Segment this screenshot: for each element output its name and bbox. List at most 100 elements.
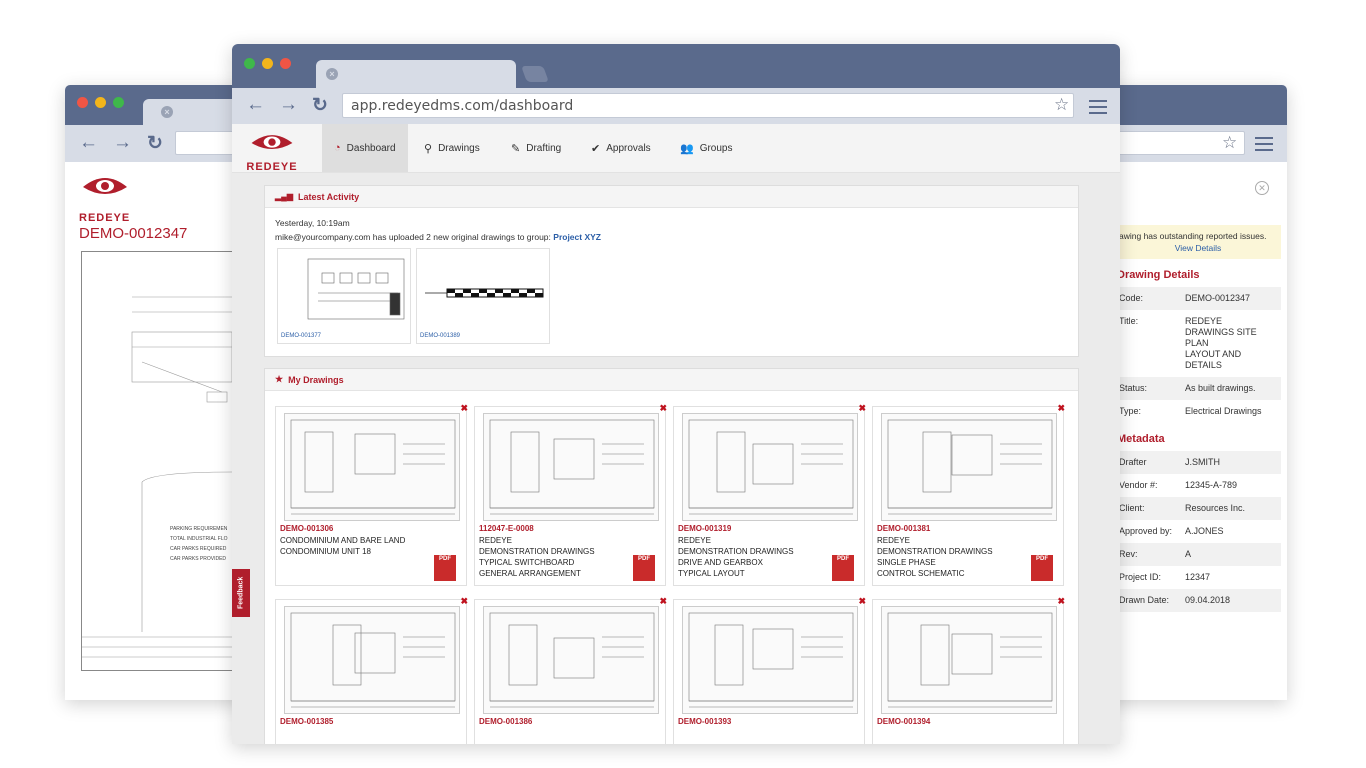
parking-note: CAR PARKS REQUIRED — [170, 546, 227, 552]
back-redeye-logo: REDEYE — [79, 171, 131, 224]
activity-text: mike@yourcompany.com has uploaded 2 new … — [275, 232, 551, 242]
activity-time: Yesterday, 10:19am — [275, 218, 350, 228]
issues-notice: awing has outstanding reported issues. V… — [1115, 225, 1281, 259]
feedback-tab[interactable]: Feedback — [232, 569, 250, 617]
drawing-id[interactable]: DEMO-001385 — [280, 717, 333, 726]
drawing-id[interactable]: DEMO-001386 — [479, 717, 532, 726]
drawing-card[interactable]: ✖DWGDEMO-001394 — [872, 596, 1065, 744]
remove-icon[interactable]: ✖ — [1057, 403, 1065, 414]
latest-activity-card: ▂▄▆ Latest Activity Yesterday, 10:19am m… — [264, 185, 1079, 357]
view-details-link[interactable]: View Details — [1119, 242, 1277, 254]
minimize-window-icon[interactable] — [95, 97, 106, 108]
drawing-id[interactable]: DEMO-001319 — [678, 524, 731, 533]
detail-row: Type: Electrical Drawings — [1115, 400, 1281, 423]
drawing-card[interactable]: ✖ PDF 112047-E-0008 REDEYE DEMONSTRATION DR… — [474, 403, 667, 586]
drawing-thumbnail — [682, 413, 858, 521]
detail-key: Drafter — [1119, 457, 1147, 467]
remove-icon[interactable]: ✖ — [1057, 596, 1065, 607]
my-drawings-card: ★ My Drawings ✖ PDF DEMO-001306 CONDOMINIUM… — [264, 368, 1079, 744]
sheet-line — [752, 443, 794, 485]
front-browser-window: × ← → ↻ app.redeyedms.com/dashboard ☆ RE… — [232, 44, 1120, 744]
remove-icon[interactable]: ✖ — [858, 596, 866, 607]
drawing-id[interactable]: DEMO-001393 — [678, 717, 731, 726]
sheet-line — [508, 624, 538, 686]
close-window-icon[interactable] — [244, 58, 255, 69]
thumbnail-id: DEMO-001389 — [420, 333, 461, 339]
drawing-card[interactable]: ✖ PDF DEMO-001319 REDEYE DEMONSTRATION DRAW… — [673, 403, 866, 586]
remove-icon[interactable]: ✖ — [460, 403, 468, 414]
remove-icon[interactable]: ✖ — [659, 596, 667, 607]
remove-icon[interactable]: ✖ — [460, 596, 468, 607]
browser-menu-icon[interactable] — [1255, 137, 1273, 155]
detail-row: Vendor #: 12345-A-789 — [1115, 474, 1281, 497]
dashboard-content: ▂▄▆ Latest Activity Yesterday, 10:19am m… — [232, 173, 1120, 744]
drawing-id[interactable]: DEMO-001306 — [280, 524, 333, 533]
activity-thumbnail[interactable]: DEMO-001389 — [416, 248, 550, 344]
nav-groups[interactable]: 👥 Groups — [668, 124, 745, 172]
forward-arrow-icon[interactable]: → — [279, 94, 298, 116]
logo-wordmark: REDEYE — [79, 212, 131, 224]
nav-drafting[interactable]: ✎ Drafting — [499, 124, 573, 172]
detail-key: Project ID: — [1119, 572, 1162, 582]
maximize-window-icon[interactable] — [280, 58, 291, 69]
front-browser-tab[interactable]: × — [316, 60, 516, 88]
metadata-list: Drafter J.SMITH Vendor #: 12345-A-789 Client… — [1115, 451, 1281, 612]
pdf-file-icon: PDF — [832, 555, 854, 581]
sheet-line — [951, 633, 993, 675]
drawing-card[interactable]: ✖DWGDEMO-001385 — [275, 596, 468, 744]
forward-arrow-icon[interactable]: → — [113, 132, 132, 154]
close-tab-icon[interactable]: × — [326, 68, 338, 80]
new-tab-button[interactable] — [521, 66, 549, 82]
maximize-window-icon[interactable] — [113, 97, 124, 108]
nav-dashboard[interactable]: ◔ Dashboard — [322, 124, 408, 172]
star-icon: ★ — [275, 374, 284, 384]
detail-key: Approved by: — [1119, 526, 1173, 536]
drawing-details-list: Code: DEMO-0012347 Title: REDEYE DRAWINGS S… — [1115, 287, 1281, 423]
nav-drawings[interactable]: ⚲ Drawings — [412, 124, 492, 172]
address-bar[interactable]: app.redeyedms.com/dashboard — [342, 93, 1074, 118]
drawing-id[interactable]: DEMO-001381 — [877, 524, 930, 533]
drawing-card[interactable]: ✖DWGDEMO-001393 — [673, 596, 866, 744]
close-panel-icon[interactable]: ✕ — [1255, 181, 1269, 195]
detail-key: Rev: — [1119, 549, 1138, 559]
gauge-icon: ◔ — [334, 142, 341, 154]
remove-icon[interactable]: ✖ — [659, 403, 667, 414]
detail-key: Drawn Date: — [1119, 595, 1170, 605]
nav-approvals[interactable]: ✔ Approvals — [579, 124, 663, 172]
drawing-card[interactable]: ✖ PDF DEMO-001306 CONDOMINIUM AND BARE LAND… — [275, 403, 468, 586]
reload-icon[interactable]: ↻ — [312, 94, 328, 117]
drawing-sheet-graphic — [688, 612, 854, 708]
detail-row: Drafter J.SMITH — [1115, 451, 1281, 474]
back-arrow-icon[interactable]: ← — [246, 94, 265, 116]
bookmark-star-icon[interactable]: ☆ — [1054, 95, 1069, 115]
drawing-card[interactable]: ✖ PDF DEMO-001381 REDEYE DEMONSTRATION DRAW… — [872, 403, 1065, 586]
detail-value: Resources Inc. — [1185, 503, 1246, 513]
drawing-id[interactable]: 112047-E-0008 — [479, 524, 534, 533]
group-link[interactable]: Project XYZ — [553, 232, 601, 242]
my-drawings-header: ★ My Drawings — [265, 369, 1078, 391]
activity-thumbnail[interactable]: DEMO-001377 — [277, 248, 411, 344]
drawing-id[interactable]: DEMO-001394 — [877, 717, 930, 726]
feedback-label: Feedback — [237, 576, 245, 610]
drawing-thumbnail — [284, 606, 460, 714]
sheet-line — [716, 431, 746, 493]
close-window-icon[interactable] — [77, 97, 88, 108]
drawing-card[interactable]: ✖DWGDEMO-001386 — [474, 596, 667, 744]
sheet-line — [714, 624, 744, 686]
minimize-window-icon[interactable] — [262, 58, 273, 69]
remove-icon[interactable]: ✖ — [858, 403, 866, 414]
back-arrow-icon[interactable]: ← — [79, 132, 98, 154]
bookmark-star-icon[interactable]: ☆ — [1222, 133, 1237, 153]
metadata-heading: Metadata — [1117, 433, 1165, 445]
drawing-description: REDEYE DEMONSTRATION DRAWINGS SINGLE PHA… — [877, 536, 993, 578]
detail-key: Title: — [1119, 316, 1139, 326]
reload-icon[interactable]: ↻ — [147, 132, 163, 155]
parking-note: CAR PARKS PROVIDED — [170, 556, 227, 562]
browser-menu-icon[interactable] — [1089, 100, 1107, 118]
close-tab-icon[interactable]: × — [161, 106, 173, 118]
nav-label: Drafting — [526, 142, 562, 154]
redeye-logo[interactable]: REDEYE — [246, 130, 298, 173]
drawing-thumbnail — [483, 413, 659, 521]
pencil-icon: ✎ — [511, 142, 521, 155]
card-title: My Drawings — [288, 374, 344, 385]
